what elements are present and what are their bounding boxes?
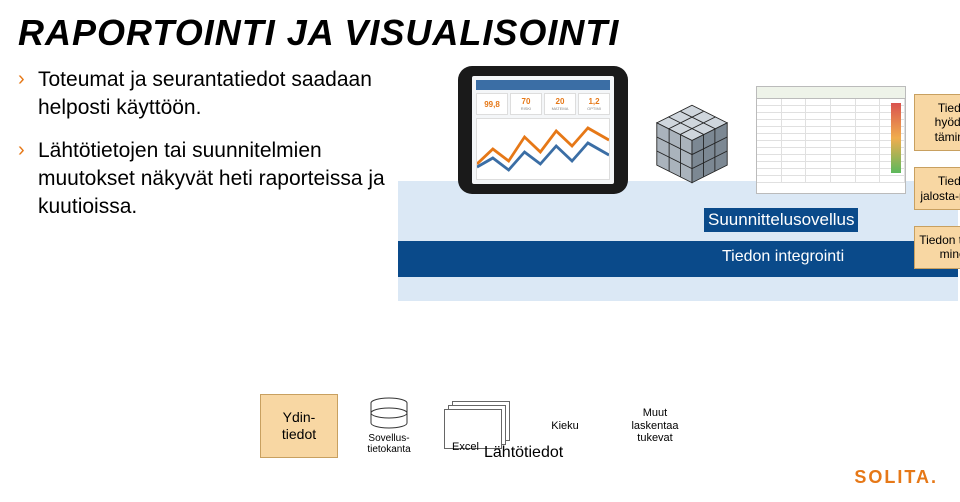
dark-band: [398, 241, 958, 277]
database-icon: Sovellus- tietokanta: [358, 397, 420, 455]
side-box: Tiedon hyödyn-täminen: [914, 94, 960, 151]
bullet-item: › Lähtötietojen tai suunnitelmien muutok…: [18, 137, 408, 222]
chevron-icon: ›: [18, 137, 38, 222]
ydin-box: Ydin- tiedot: [260, 394, 338, 458]
kpi-label: MATEMA: [552, 106, 569, 111]
lahtotiedot-label: Lähtötiedot: [484, 444, 563, 462]
kpi-value: 1,2: [588, 97, 599, 106]
kpi-value: 99,8: [484, 100, 500, 109]
bottom-row: Ydin- tiedot Sovellus- tietokanta Excel …: [260, 394, 690, 458]
logo: SOLITA.: [854, 467, 938, 488]
page-title: RAPORTOINTI JA VISUALISOINTI: [0, 0, 960, 60]
side-box: Tiedon jalosta-minen: [914, 167, 960, 210]
integration-label: Tiedon integrointi: [722, 248, 844, 266]
side-box: Tiedon tuotta-minen: [914, 226, 960, 269]
kieku-label: Kieku: [530, 420, 600, 433]
db-label: Sovellus- tietokanta: [367, 433, 410, 455]
tablet-icon: 99,8 70RISKI 20MATEMA 1,2OPTIMI: [458, 66, 628, 194]
kpi-label: OPTIMI: [587, 106, 601, 111]
excel-label: Excel: [452, 441, 479, 453]
bullet-item: › Toteumat ja seurantatiedot saadaan hel…: [18, 66, 408, 123]
side-column: Tiedon hyödyn-täminen Tiedon jalosta-min…: [914, 94, 960, 269]
muut-label: Muut laskentaa tukevat: [620, 407, 690, 445]
bullet-list: › Toteumat ja seurantatiedot saadaan hel…: [18, 66, 418, 236]
light-band: [398, 181, 958, 301]
planning-label: Suunnittelusovellus: [704, 208, 858, 232]
diagram: 99,8 70RISKI 20MATEMA 1,2OPTIMI: [418, 66, 960, 194]
chevron-icon: ›: [18, 66, 38, 123]
kpi-label: RISKI: [521, 106, 531, 111]
kpi-value: 20: [556, 97, 565, 106]
bullet-text: Toteumat ja seurantatiedot saadaan helpo…: [38, 66, 408, 123]
kpi-value: 70: [522, 97, 531, 106]
cube-icon: [642, 94, 742, 194]
bullet-text: Lähtötietojen tai suunnitelmien muutokse…: [38, 137, 408, 222]
tablet-chart-icon: [476, 118, 610, 180]
spreadsheet-icon: [756, 86, 906, 194]
